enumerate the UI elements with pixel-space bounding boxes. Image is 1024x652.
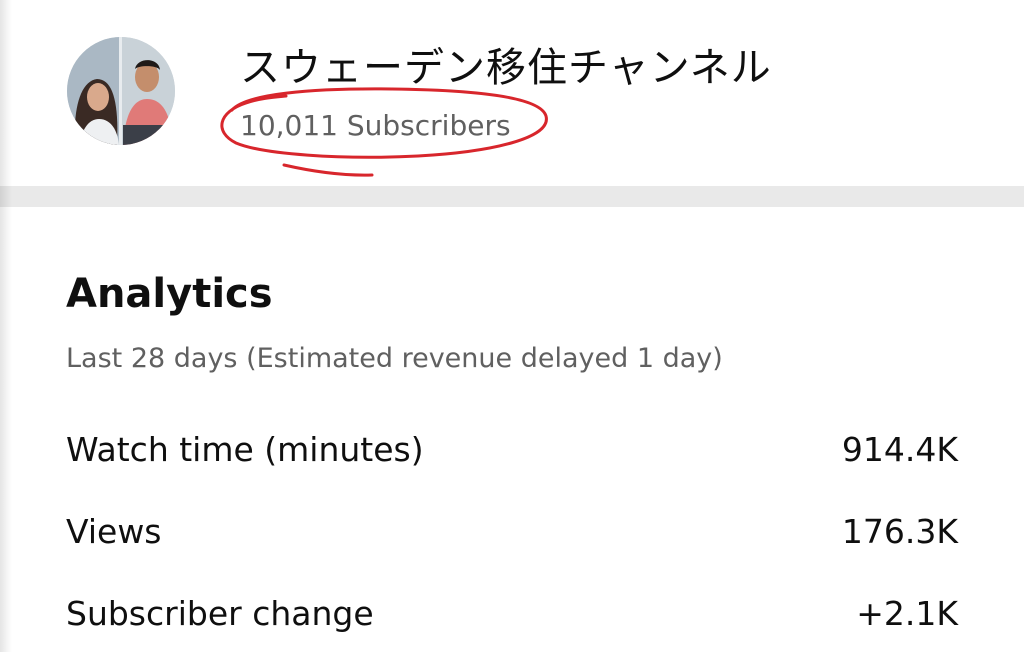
app-page: スウェーデン移住チャンネル 10,011 Subscribers Analyti… [0,0,1024,652]
channel-header: スウェーデン移住チャンネル 10,011 Subscribers [0,0,1024,186]
metric-label: Watch time (minutes) [66,430,424,469]
metric-row-views: Views 176.3K [66,510,958,554]
avatar-photo-icon [67,37,175,145]
metric-row-watch-time: Watch time (minutes) 914.4K [66,428,958,472]
channel-avatar[interactable] [67,37,175,145]
subscriber-count: 10,011 Subscribers [240,109,511,142]
analytics-period-note: Last 28 days (Estimated revenue delayed … [66,343,723,374]
analytics-card[interactable]: Analytics Last 28 days (Estimated revenu… [0,207,1024,652]
metric-row-subscriber-change: Subscriber change +2.1K [66,592,958,636]
metric-label: Views [66,512,162,551]
metric-value: 176.3K [841,512,958,551]
channel-name: スウェーデン移住チャンネル [240,45,772,91]
analytics-title: Analytics [66,271,273,317]
metric-value: +2.1K [856,594,958,633]
section-divider [0,186,1024,207]
metric-value: 914.4K [841,430,958,469]
edge-shadow [0,0,12,652]
metric-label: Subscriber change [66,594,374,633]
